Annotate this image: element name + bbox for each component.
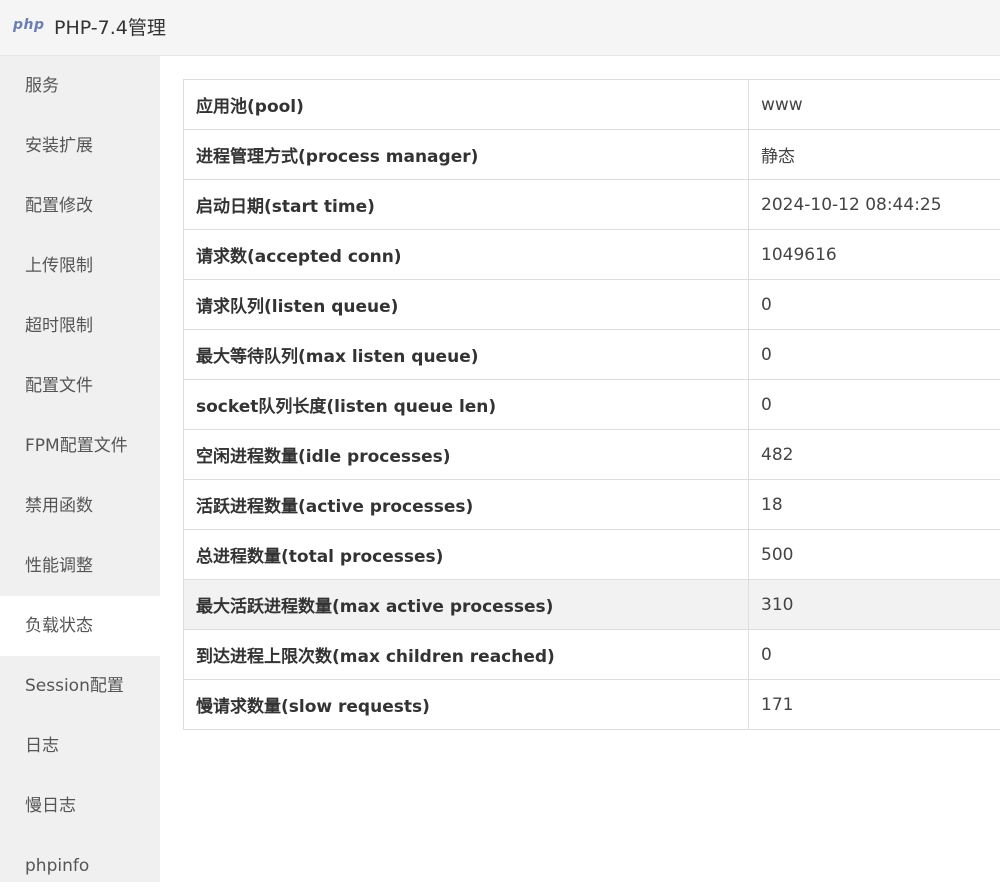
sidebar-item-performance-tuning[interactable]: 性能调整 [0,536,160,596]
sidebar-item-session-config[interactable]: Session配置 [0,656,160,716]
sidebar-item-config-edit[interactable]: 配置修改 [0,176,160,236]
table-row: 请求数(accepted conn) 1049616 [184,230,1000,280]
sidebar-item-disabled-functions[interactable]: 禁用函数 [0,476,160,536]
sidebar-item-fpm-config-file[interactable]: FPM配置文件 [0,416,160,476]
sidebar-item-load-status[interactable]: 负载状态 [0,596,160,656]
status-key: socket队列长度(listen queue len) [184,380,749,430]
table-row: 进程管理方式(process manager) 静态 [184,130,1000,180]
status-key: 进程管理方式(process manager) [184,130,749,180]
status-key: 应用池(pool) [184,80,749,130]
sidebar-item-phpinfo[interactable]: phpinfo [0,836,160,896]
status-key: 活跃进程数量(active processes) [184,480,749,530]
title-bar: php PHP-7.4管理 [0,0,1000,56]
status-key: 请求数(accepted conn) [184,230,749,280]
sidebar-item-timeout-limit[interactable]: 超时限制 [0,296,160,356]
status-value: 2024-10-12 08:44:25 [749,180,1000,230]
status-value: www [749,80,1000,130]
window-title: PHP-7.4管理 [54,13,166,40]
status-table-container: 应用池(pool) www 进程管理方式(process manager) 静态… [183,79,1000,730]
status-key: 启动日期(start time) [184,180,749,230]
status-value: 0 [749,630,1000,680]
table-row: 启动日期(start time) 2024-10-12 08:44:25 [184,180,1000,230]
status-key: 慢请求数量(slow requests) [184,680,749,730]
status-value: 0 [749,380,1000,430]
status-key: 空闲进程数量(idle processes) [184,430,749,480]
status-key: 最大等待队列(max listen queue) [184,330,749,380]
sidebar-item-config-file[interactable]: 配置文件 [0,356,160,416]
status-value: 171 [749,680,1000,730]
sidebar-item-slow-log[interactable]: 慢日志 [0,776,160,836]
status-value: 0 [749,330,1000,380]
php-logo-icon: php [13,17,45,33]
table-row: 请求队列(listen queue) 0 [184,280,1000,330]
status-value: 1049616 [749,230,1000,280]
table-row: 最大活跃进程数量(max active processes) 310 [184,580,1000,630]
table-row: 活跃进程数量(active processes) 18 [184,480,1000,530]
status-value: 18 [749,480,1000,530]
status-key: 请求队列(listen queue) [184,280,749,330]
status-key: 到达进程上限次数(max children reached) [184,630,749,680]
table-row: 到达进程上限次数(max children reached) 0 [184,630,1000,680]
sidebar: 服务 安装扩展 配置修改 上传限制 超时限制 配置文件 FPM配置文件 禁用函数… [0,56,160,882]
sidebar-item-install-extensions[interactable]: 安装扩展 [0,116,160,176]
status-value: 0 [749,280,1000,330]
status-table: 应用池(pool) www 进程管理方式(process manager) 静态… [183,79,1000,730]
table-row: 总进程数量(total processes) 500 [184,530,1000,580]
sidebar-item-upload-limit[interactable]: 上传限制 [0,236,160,296]
table-row: 空闲进程数量(idle processes) 482 [184,430,1000,480]
table-row: 慢请求数量(slow requests) 171 [184,680,1000,730]
sidebar-item-log[interactable]: 日志 [0,716,160,776]
status-key: 最大活跃进程数量(max active processes) [184,580,749,630]
table-row: socket队列长度(listen queue len) 0 [184,380,1000,430]
status-value: 静态 [749,130,1000,180]
table-row: 应用池(pool) www [184,80,1000,130]
status-key: 总进程数量(total processes) [184,530,749,580]
status-value: 482 [749,430,1000,480]
status-value: 500 [749,530,1000,580]
table-row: 最大等待队列(max listen queue) 0 [184,330,1000,380]
status-value: 310 [749,580,1000,630]
sidebar-item-service[interactable]: 服务 [0,56,160,116]
